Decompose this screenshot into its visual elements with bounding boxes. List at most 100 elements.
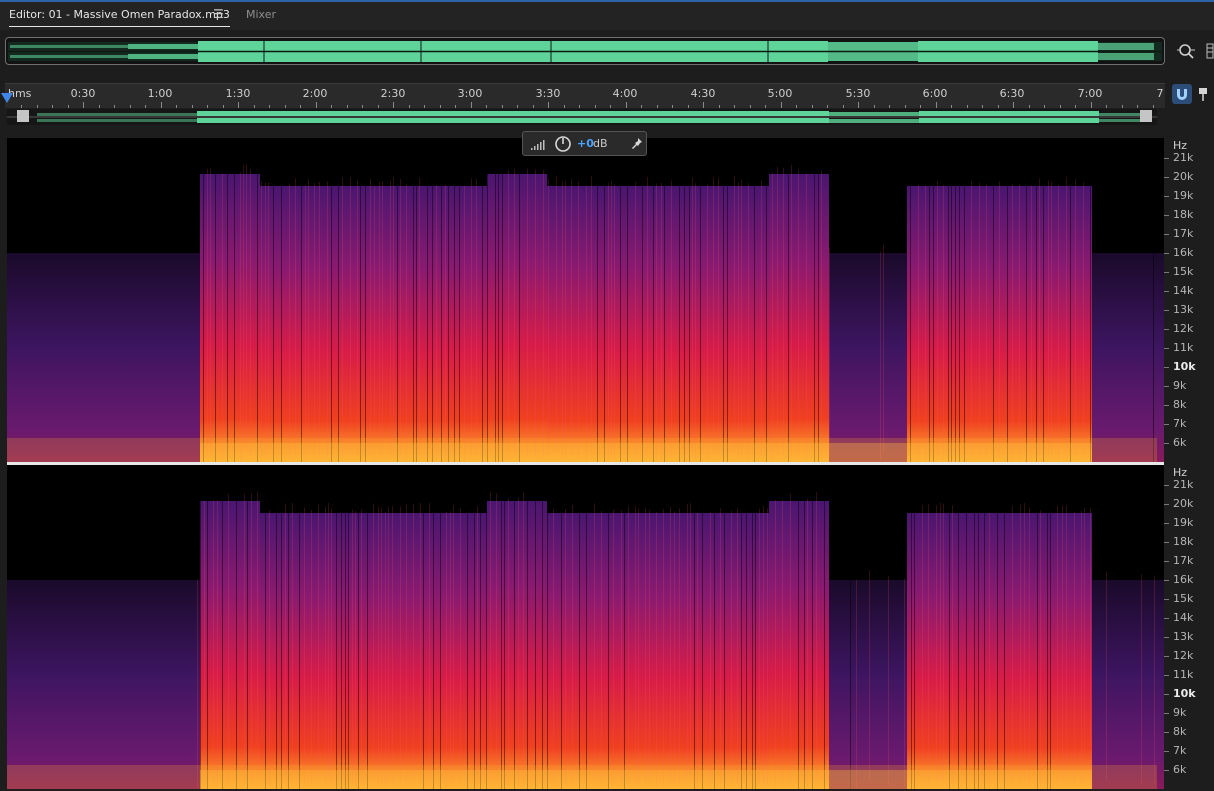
ruler-tick — [315, 102, 317, 108]
overview-waveform-graphic — [6, 40, 1164, 62]
frequency-label: 10k — [1173, 360, 1196, 373]
ruler-tick — [145, 105, 146, 108]
ruler-tick — [982, 105, 983, 108]
ruler-tick — [486, 105, 487, 108]
frequency-axis-right: Hz 21k 20k 19k 18k 17k 16k 15k 14k 13k 12k 11k 10k 9… — [1164, 465, 1214, 789]
snap-magnet-icon[interactable] — [1172, 84, 1192, 104]
frequency-label: 21k — [1173, 151, 1194, 164]
spectral-display-right-channel[interactable] — [7, 465, 1164, 789]
ruler-tick — [997, 105, 999, 108]
ruler-tick — [811, 105, 813, 108]
ruler-tick — [532, 105, 534, 108]
ruler-tick — [718, 105, 720, 108]
ruler-label-1-00: 1:00 — [147, 87, 173, 100]
ruler-tick — [1013, 102, 1014, 108]
frequency-tick — [1164, 504, 1169, 505]
time-ruler[interactable]: hms 0:30 1:00 1:30 2:00 2:30 3:00 3:30 4… — [5, 83, 1165, 108]
frequency-label: 21k — [1173, 478, 1194, 491]
tab-editor[interactable]: Editor: 01 - Massive Omen Paradox.mp3 — [9, 8, 230, 27]
ruler-tick — [191, 105, 193, 108]
ruler-tick — [269, 105, 270, 108]
frequency-label: 17k — [1173, 227, 1194, 240]
marker-pin-icon[interactable] — [1197, 84, 1209, 104]
ruler-tick — [889, 105, 890, 108]
ruler-tick — [935, 102, 937, 108]
zoom-icon[interactable] — [1176, 41, 1196, 61]
volume-bars-icon — [531, 140, 545, 150]
ruler-tick — [362, 105, 363, 108]
frequency-tick — [1164, 599, 1169, 600]
spectral-display-left-channel[interactable] — [7, 138, 1164, 462]
ruler-tick — [52, 105, 53, 108]
ruler-tick — [517, 105, 518, 108]
frequency-label: 6k — [1173, 763, 1187, 776]
frequency-tick — [1164, 348, 1169, 349]
frequency-label: 16k — [1173, 246, 1194, 259]
ruler-label-4-30: 4:30 — [690, 87, 716, 100]
frequency-label: 10k — [1173, 687, 1196, 700]
frequency-label: 7k — [1173, 744, 1187, 757]
overview-waveform[interactable] — [5, 37, 1165, 65]
ruler-tick — [501, 105, 503, 108]
frequency-tick — [1164, 234, 1169, 235]
ruler-tick — [253, 105, 255, 108]
ruler-tick — [548, 102, 549, 108]
ruler-label-5-00: 5:00 — [767, 87, 793, 100]
frequency-tick — [1164, 694, 1169, 695]
spectrogram-right — [7, 465, 1164, 789]
frequency-tick — [1164, 580, 1169, 581]
frequency-label: 9k — [1173, 706, 1187, 719]
ruler-tick — [951, 105, 952, 108]
ruler-tick — [36, 105, 38, 108]
ruler-tick — [1121, 105, 1123, 108]
frequency-axis-left: Hz 21k 20k 19k 18k 17k 16k 15k 14k 13k 12k 11k 10k 9… — [1164, 138, 1214, 462]
ruler-label-2-00: 2:00 — [302, 87, 328, 100]
ruler-tick — [920, 105, 921, 108]
tab-mixer[interactable]: Mixer — [246, 8, 276, 21]
frequency-tick — [1164, 405, 1169, 406]
ruler-tick — [238, 102, 239, 108]
frequency-tick — [1164, 732, 1169, 733]
frequency-tick — [1164, 424, 1169, 425]
frequency-tick — [1164, 177, 1169, 178]
panel-options-icon[interactable] — [1204, 41, 1214, 61]
ruler-tick — [222, 105, 224, 108]
ruler-tick — [1075, 105, 1076, 108]
frequency-tick — [1164, 770, 1169, 771]
frequency-label: 17k — [1173, 554, 1194, 567]
ruler-label-1-30: 1:30 — [225, 87, 251, 100]
frequency-tick — [1164, 637, 1169, 638]
panel-menu-icon[interactable]: ☰ — [213, 7, 224, 21]
amplitude-hud[interactable]: +0 dB — [522, 131, 647, 156]
ruler-tick — [1044, 105, 1045, 108]
frequency-tick — [1164, 542, 1169, 543]
zoom-navigator[interactable] — [7, 109, 1157, 125]
gain-value[interactable]: +0 — [577, 137, 594, 150]
pin-icon[interactable] — [631, 137, 643, 151]
ruler-label-0-30: 0:30 — [70, 87, 96, 100]
frequency-label: 8k — [1173, 398, 1187, 411]
navigator-waveform-graphic — [7, 109, 1157, 125]
spectrogram-left — [7, 138, 1164, 462]
ruler-tick — [207, 105, 208, 108]
ruler-tick — [470, 102, 472, 108]
ruler-label-2-30: 2:30 — [380, 87, 406, 100]
frequency-tick — [1164, 329, 1169, 330]
ruler-tick — [284, 105, 286, 108]
playhead-marker[interactable] — [1, 93, 13, 103]
frequency-label: 19k — [1173, 516, 1194, 529]
gain-knob-icon[interactable] — [554, 135, 572, 153]
ruler-tick — [579, 105, 580, 108]
frequency-label: 7k — [1173, 417, 1187, 430]
zoom-handle-right[interactable] — [1140, 110, 1152, 122]
ruler-tick — [594, 105, 596, 108]
zoom-handle-left[interactable] — [17, 110, 29, 122]
frequency-tick — [1164, 291, 1169, 292]
ruler-tick — [966, 105, 968, 108]
frequency-tick — [1164, 656, 1169, 657]
ruler-tick — [734, 105, 735, 108]
ruler-tick — [1059, 105, 1061, 108]
frequency-label: 12k — [1173, 322, 1194, 335]
frequency-label: 18k — [1173, 208, 1194, 221]
ruler-label-6-30: 6:30 — [999, 87, 1025, 100]
